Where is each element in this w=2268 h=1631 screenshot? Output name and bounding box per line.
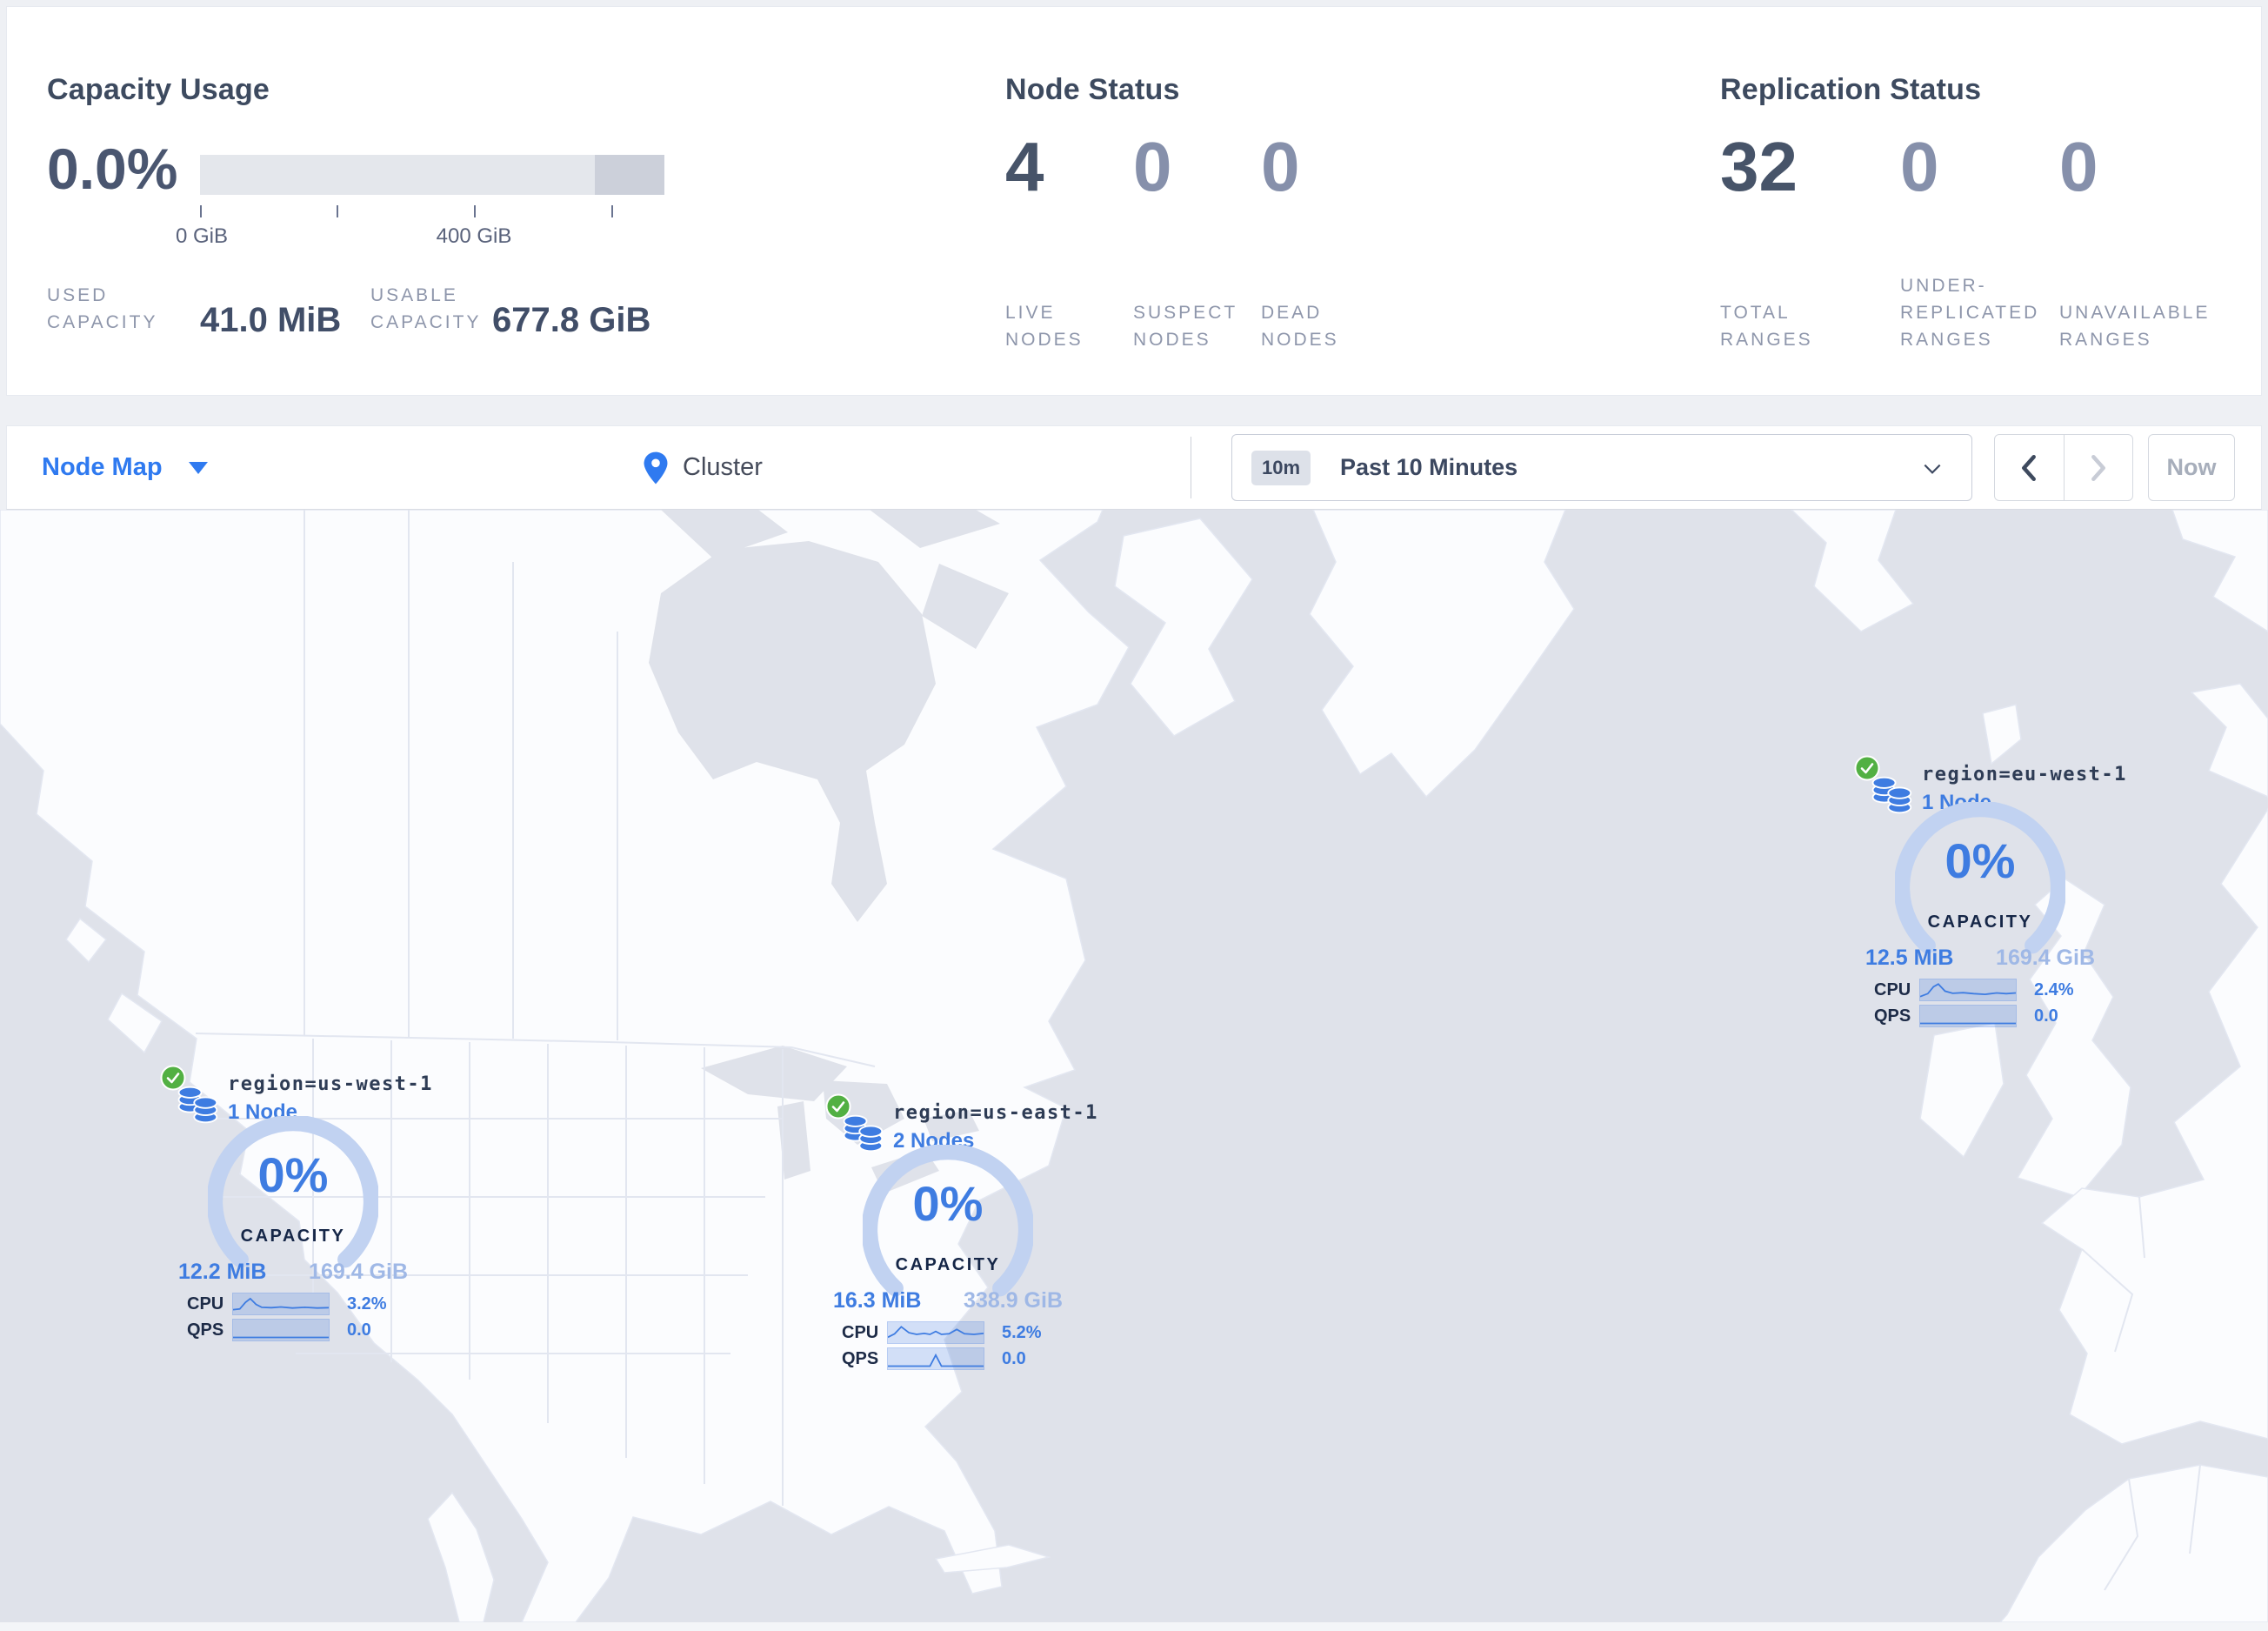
cpu-sparkline	[887, 1321, 984, 1344]
region-marker-us-east-1[interactable]: region=us-east-1 2 Nodes 0% CAPACITY 16.…	[825, 1092, 1097, 1387]
usable-capacity-value: 677.8 GiB	[492, 301, 651, 339]
cpu-stat-row: CPU 2.4%	[1874, 979, 2074, 1001]
region-usable-capacity: 169.4 GiB	[309, 1260, 408, 1284]
qps-sparkline	[1919, 1005, 2017, 1027]
chevron-right-icon	[2091, 454, 2105, 481]
time-step-buttons	[1994, 434, 2133, 501]
live-nodes-value: 4	[1005, 128, 1044, 205]
capacity-percent: 0.0%	[47, 137, 178, 201]
qps-value: 0.0	[347, 1320, 371, 1340]
unavailable-ranges-value: 0	[2059, 128, 2098, 205]
capacity-usage-title: Capacity Usage	[47, 73, 270, 107]
capacity-gauge-percent: 0%	[257, 1147, 329, 1202]
qps-label: QPS	[1874, 1006, 1911, 1026]
replication-status-title: Replication Status	[1720, 73, 1982, 107]
breadcrumb-label: Cluster	[683, 453, 763, 481]
cpu-value: 5.2%	[1002, 1322, 1042, 1342]
total-ranges-metric: 32 TOTAL RANGES	[1720, 129, 1872, 353]
node-map[interactable]: region=us-west-1 1 Node 0% CAPACITY 12.2…	[0, 510, 2268, 1622]
under-replicated-ranges-metric: 0 UNDER-REPLICATED RANGES	[1900, 129, 2055, 353]
region-label: region=us-east-1	[893, 1102, 1098, 1124]
cpu-label: CPU	[1874, 979, 1911, 999]
capacity-gauge-label: CAPACITY	[1927, 912, 2033, 932]
breadcrumb[interactable]: Cluster	[641, 426, 763, 509]
cpu-stat-row: CPU 5.2%	[842, 1321, 1042, 1344]
qps-value: 0.0	[2034, 1006, 2058, 1026]
dead-nodes-value: 0	[1261, 128, 1300, 205]
dead-nodes-metric: 0 DEAD NODES	[1261, 129, 1383, 353]
qps-stat-row: QPS 0.0	[1874, 1005, 2058, 1027]
capacity-gauge-percent: 0%	[1944, 833, 2016, 888]
cpu-label: CPU	[842, 1322, 879, 1342]
capacity-gauge-label: CAPACITY	[240, 1227, 346, 1246]
time-range-badge: 10m	[1251, 450, 1311, 485]
node-status-title: Node Status	[1005, 73, 1180, 107]
time-range-label: Past 10 Minutes	[1340, 454, 1518, 480]
unavailable-ranges-label: UNAVAILABLE RANGES	[2059, 303, 2211, 350]
step-forward-button[interactable]	[2065, 435, 2133, 500]
region-usable-capacity: 169.4 GiB	[1996, 946, 2095, 970]
live-nodes-metric: 4 LIVE NODES	[1005, 129, 1120, 353]
cpu-sparkline	[1919, 979, 2017, 1001]
cpu-stat-row: CPU 3.2%	[187, 1293, 387, 1315]
now-button[interactable]: Now	[2148, 434, 2235, 501]
time-range-dropdown[interactable]: 10m Past 10 Minutes	[1231, 434, 1972, 501]
chevron-left-icon	[2022, 454, 2037, 481]
step-back-button[interactable]	[1995, 435, 2065, 500]
region-label: region=us-west-1	[228, 1073, 433, 1095]
capacity-bar-reserved-segment	[595, 155, 664, 195]
capacity-gauge-percent: 0%	[912, 1176, 984, 1231]
cpu-value: 2.4%	[2034, 979, 2074, 999]
qps-stat-row: QPS 0.0	[187, 1319, 371, 1341]
total-ranges-label: TOTAL RANGES	[1720, 303, 1813, 350]
axis-tick	[474, 205, 476, 217]
axis-tick-label: 400 GiB	[436, 224, 512, 248]
capacity-bar: 0 GiB 400 GiB	[176, 155, 664, 259]
location-pin-icon	[644, 451, 668, 484]
under-replicated-ranges-label: UNDER-REPLICATED RANGES	[1900, 276, 2040, 350]
page-bottom-strip	[0, 1622, 2268, 1631]
region-marker-eu-west-1[interactable]: region=eu-west-1 1 Node 0% CAPACITY 12.5…	[1854, 753, 2125, 1049]
unavailable-ranges-metric: 0 UNAVAILABLE RANGES	[2059, 129, 2225, 353]
suspect-nodes-label: SUSPECT NODES	[1133, 303, 1237, 350]
suspect-nodes-value: 0	[1133, 128, 1172, 205]
region-used-capacity: 12.5 MiB	[1865, 946, 1954, 970]
cpu-sparkline	[232, 1293, 330, 1315]
suspect-nodes-metric: 0 SUSPECT NODES	[1133, 129, 1248, 353]
total-ranges-value: 32	[1720, 128, 1798, 205]
under-replicated-ranges-value: 0	[1900, 128, 1939, 205]
qps-sparkline	[232, 1319, 330, 1341]
used-capacity-label: USED CAPACITY	[47, 285, 158, 332]
used-capacity-value: 41.0 MiB	[200, 301, 342, 339]
axis-tick	[337, 205, 338, 217]
cpu-value: 3.2%	[347, 1293, 387, 1313]
cluster-summary-panel: Capacity Usage 0.0% 0 GiB 400 GiB USED C…	[6, 6, 2262, 396]
region-used-capacity: 16.3 MiB	[833, 1288, 922, 1313]
region-used-capacity: 12.2 MiB	[178, 1260, 267, 1284]
qps-label: QPS	[187, 1320, 224, 1340]
qps-sparkline	[887, 1347, 984, 1370]
view-selector-dropdown[interactable]: Node Map	[42, 426, 208, 509]
chevron-down-icon	[188, 461, 208, 474]
region-usable-capacity: 338.9 GiB	[964, 1288, 1063, 1313]
qps-stat-row: QPS 0.0	[842, 1347, 1026, 1370]
live-nodes-label: LIVE NODES	[1005, 303, 1084, 350]
capacity-bar-track	[200, 155, 664, 195]
qps-value: 0.0	[1002, 1348, 1026, 1368]
region-label: region=eu-west-1	[1922, 764, 2127, 785]
dead-nodes-label: DEAD NODES	[1261, 303, 1339, 350]
cpu-label: CPU	[187, 1293, 224, 1313]
view-selector-label: Node Map	[42, 453, 163, 481]
axis-tick-label: 0 GiB	[175, 224, 229, 248]
region-marker-us-west-1[interactable]: region=us-west-1 1 Node 0% CAPACITY 12.2…	[160, 1063, 431, 1359]
capacity-gauge-label: CAPACITY	[895, 1255, 1001, 1274]
axis-tick	[611, 205, 613, 217]
qps-label: QPS	[842, 1348, 879, 1368]
chevron-down-icon	[1924, 464, 1941, 474]
map-toolbar: Node Map Cluster 10m Past 10 Minutes Now	[6, 425, 2262, 510]
axis-tick	[200, 205, 202, 217]
